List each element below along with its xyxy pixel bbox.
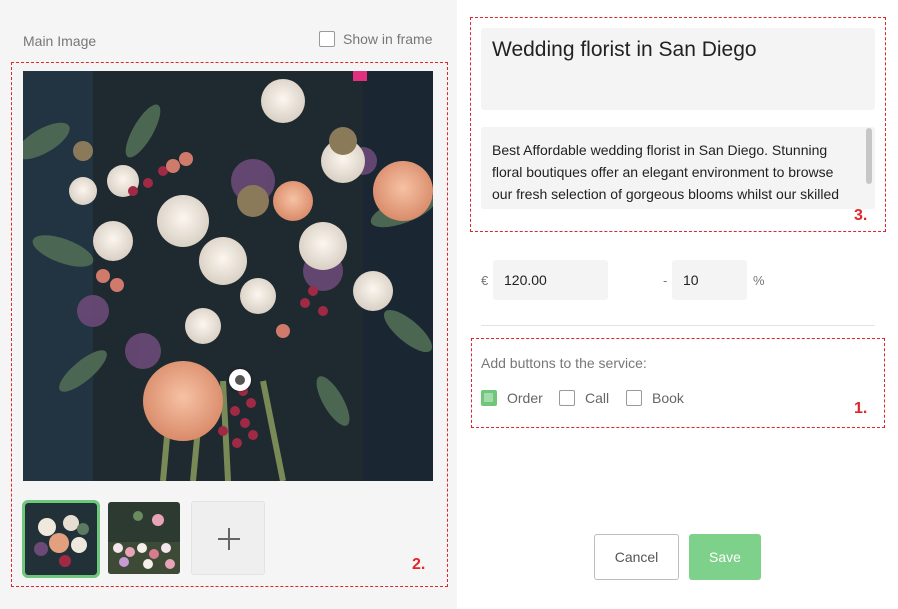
- show-in-frame-toggle[interactable]: Show in frame: [319, 31, 432, 47]
- main-image-label: Main Image: [23, 33, 97, 49]
- discount-unit: %: [753, 273, 765, 288]
- price-discount-separator: -: [663, 273, 668, 288]
- cancel-button[interactable]: Cancel: [594, 534, 679, 580]
- save-button[interactable]: Save: [689, 534, 761, 580]
- show-in-frame-label: Show in frame: [343, 31, 433, 47]
- annotation-box-1: [471, 338, 885, 428]
- annotation-marker-2: 2.: [412, 556, 426, 573]
- currency-symbol: €: [481, 273, 489, 288]
- annotation-box-2: [11, 62, 448, 587]
- show-in-frame-checkbox[interactable]: [319, 31, 335, 47]
- annotation-marker-3: 3.: [854, 207, 868, 224]
- price-input[interactable]: [493, 260, 608, 300]
- section-divider: [481, 325, 875, 326]
- annotation-marker-1: 1.: [854, 400, 868, 417]
- annotation-box-3: [470, 17, 886, 232]
- discount-input[interactable]: [672, 260, 747, 300]
